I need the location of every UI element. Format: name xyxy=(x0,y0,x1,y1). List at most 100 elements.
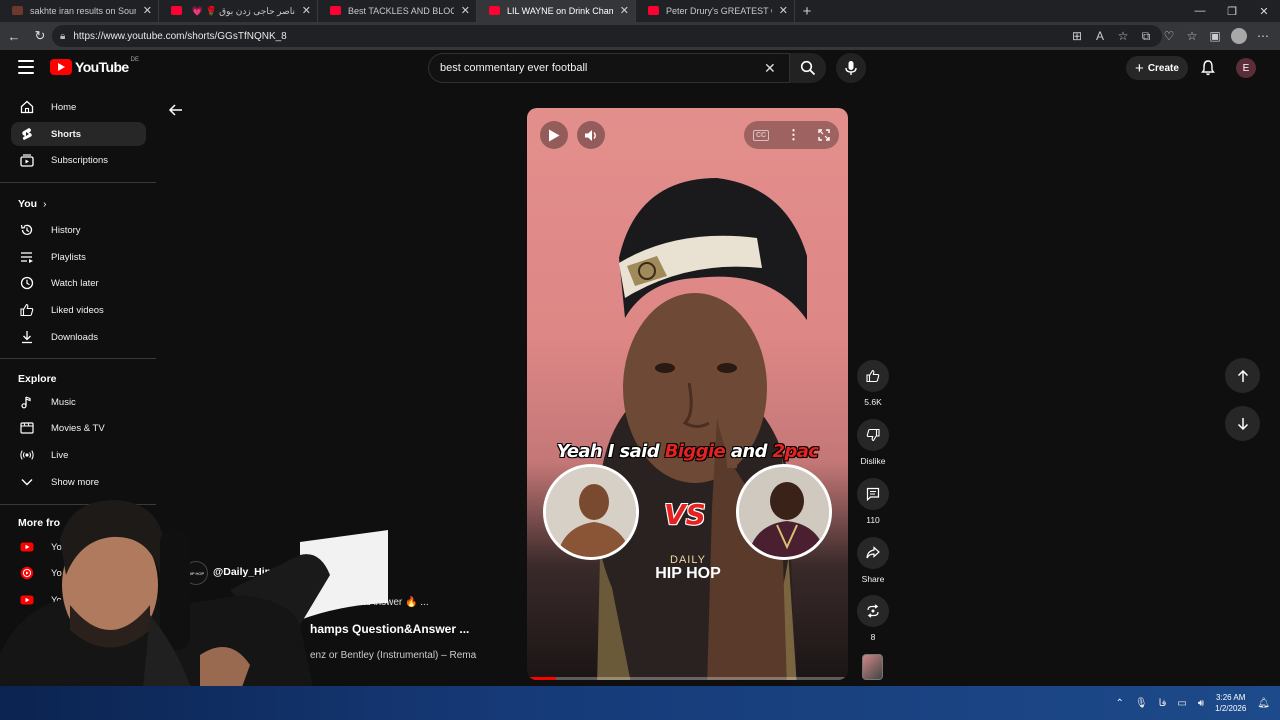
share-icon xyxy=(866,546,880,559)
search-button[interactable] xyxy=(790,53,826,83)
remix-count: 8 xyxy=(870,632,876,642)
more-menu-icon[interactable]: ⋯ xyxy=(1256,26,1270,46)
sidebar-item-liked-videos[interactable]: Liked videos xyxy=(11,298,146,322)
video-progress-bar[interactable] xyxy=(527,677,848,680)
comment-icon xyxy=(866,487,880,501)
apps-icon[interactable]: ⊞ xyxy=(1070,26,1084,46)
sidebar-item-playlists[interactable]: Playlists xyxy=(11,245,146,269)
close-tab-icon[interactable]: ✕ xyxy=(779,4,788,17)
browser-toolbar: ⊞ A ☆ ⧉ ♡ ☆ ▣ ⋯ xyxy=(1070,26,1270,46)
mute-button[interactable] xyxy=(577,121,605,149)
previous-short-button[interactable] xyxy=(1225,358,1260,393)
logo-text: YouTube xyxy=(75,59,129,75)
close-window-icon[interactable]: ✕ xyxy=(1248,0,1280,22)
clear-search-icon[interactable]: ✕ xyxy=(764,60,776,77)
dislike-button[interactable] xyxy=(857,419,889,451)
play-icon xyxy=(549,129,560,141)
fullscreen-icon[interactable] xyxy=(818,129,830,141)
sidebar-item-shorts[interactable]: Shorts xyxy=(11,122,146,146)
remix-icon xyxy=(867,604,879,618)
sidebar-item-history[interactable]: History xyxy=(11,218,146,242)
create-button[interactable]: + Create xyxy=(1126,56,1188,80)
remix-button[interactable] xyxy=(857,595,889,627)
menu-icon[interactable] xyxy=(18,60,34,74)
sidebar-item-label: Home xyxy=(51,101,77,113)
liked-videos-icon xyxy=(20,303,34,317)
sidebar-item-label: Downloads xyxy=(51,331,98,343)
minimize-icon[interactable]: — xyxy=(1184,0,1216,22)
search-query: best commentary ever football xyxy=(440,62,588,74)
sidebar-item-live[interactable]: Live xyxy=(11,443,146,467)
sidebar-item-label: Live xyxy=(51,449,69,461)
sidebar-item-subscriptions[interactable]: Subscriptions xyxy=(11,148,146,172)
sound-thumbnail[interactable] xyxy=(862,654,883,680)
chevron-up-icon[interactable]: ⌃ xyxy=(1115,698,1123,709)
sidebar-item-music[interactable]: Music xyxy=(11,390,146,414)
browser-essentials-icon[interactable]: ♡ xyxy=(1162,26,1176,46)
brand-line-2: HIP HOP xyxy=(655,565,721,582)
sidebar-item-watch-later[interactable]: Watch later xyxy=(11,271,146,295)
thumbs-down-icon xyxy=(866,428,880,442)
extensions-icon[interactable]: ⧉ xyxy=(1139,26,1153,46)
back-icon[interactable]: ← xyxy=(2,24,26,48)
next-short-button[interactable] xyxy=(1225,406,1260,441)
watch-later-icon xyxy=(20,276,34,290)
collections-icon[interactable]: ▣ xyxy=(1208,26,1222,46)
sidebar-item-home[interactable]: Home xyxy=(11,95,146,119)
speaker-icon[interactable]: 🔊︎ xyxy=(1198,698,1204,709)
microphone-tray-icon[interactable]: 🎙︎ xyxy=(1135,698,1148,709)
close-tab-icon[interactable]: ✕ xyxy=(143,4,152,17)
close-tab-icon[interactable]: ✕ xyxy=(620,4,629,17)
comments-button[interactable] xyxy=(857,478,889,510)
comments-action: 110 xyxy=(856,478,890,525)
shorts-video-player[interactable]: CC ⋮ Yeah I said Biggie and 2pac VS DAIL… xyxy=(527,108,848,680)
close-tab-icon[interactable]: ✕ xyxy=(302,4,311,17)
voice-search-button[interactable] xyxy=(836,53,866,83)
like-button[interactable] xyxy=(857,360,889,392)
browser-tab-strip: sakhte iran results on SoundCloud ✕ ناصر… xyxy=(0,0,1280,22)
sidebar-item-label: Movies & TV xyxy=(51,422,105,434)
address-bar: ← ↻ 🔒︎ https://www.youtube.com/shorts/GG… xyxy=(0,22,1280,50)
input-language[interactable]: فا xyxy=(1159,698,1167,709)
play-button[interactable] xyxy=(540,121,568,149)
new-tab-button[interactable]: + xyxy=(795,0,819,22)
avatar-letter: E xyxy=(1242,62,1250,74)
site-info-icon[interactable]: 🔒︎ xyxy=(60,31,65,42)
url-field[interactable]: 🔒︎ https://www.youtube.com/shorts/GGsTfN… xyxy=(52,25,1162,47)
account-avatar[interactable]: E xyxy=(1236,58,1256,78)
browser-tab[interactable]: ناصر حاجی زدن بوق 🌹 💗 - YouTube ✕ xyxy=(159,0,318,22)
captions-icon[interactable]: CC xyxy=(752,129,770,141)
favorites-icon[interactable]: ☆ xyxy=(1185,26,1199,46)
network-icon[interactable]: ▭ xyxy=(1177,698,1186,709)
sidebar-item-movies-tv[interactable]: Movies & TV xyxy=(11,416,146,440)
browser-tab-active[interactable]: LIL WAYNE on Drink Champs Qu ✕ xyxy=(477,0,636,22)
chevron-right-icon: › xyxy=(43,198,47,210)
dislike-label: Dislike xyxy=(860,456,886,466)
search-input[interactable]: best commentary ever football xyxy=(428,53,790,83)
youtube-logo[interactable]: YouTube DE xyxy=(50,57,139,75)
microphone-icon xyxy=(845,61,857,75)
favorite-star-icon[interactable]: ☆ xyxy=(1116,26,1130,46)
restore-icon[interactable]: ❐ xyxy=(1216,0,1248,22)
notification-bell-icon[interactable]: 🔔︎ xyxy=(1257,698,1270,709)
read-aloud-icon[interactable]: A xyxy=(1093,26,1107,46)
more-options-icon[interactable]: ⋮ xyxy=(787,127,800,143)
browser-profile-icon[interactable] xyxy=(1231,28,1247,44)
sidebar-item-downloads[interactable]: Downloads xyxy=(11,325,146,349)
comment-count: 110 xyxy=(866,515,880,525)
close-tab-icon[interactable]: ✕ xyxy=(461,4,470,17)
sidebar-item-show-more[interactable]: Show more xyxy=(11,470,146,494)
share-button[interactable] xyxy=(857,537,889,569)
portrait-badge-right xyxy=(736,464,832,560)
reload-icon[interactable]: ↻ xyxy=(28,24,52,48)
section-heading: You xyxy=(18,198,38,210)
back-button[interactable] xyxy=(168,102,184,118)
browser-tab[interactable]: sakhte iran results on SoundCloud ✕ xyxy=(0,0,159,22)
browser-tab[interactable]: Peter Drury's GREATEST Commen ✕ xyxy=(636,0,795,22)
system-clock[interactable]: 3:26 AM 1/2/2026 xyxy=(1215,692,1246,714)
sidebar-section-explore: Explore xyxy=(18,373,57,385)
browser-tab[interactable]: Best TACKLES AND BLOCKS | Serg ✕ xyxy=(318,0,477,22)
sidebar-item-label: Music xyxy=(51,396,76,408)
sidebar-section-you[interactable]: You › xyxy=(18,198,46,210)
notifications-button[interactable] xyxy=(1198,58,1218,78)
